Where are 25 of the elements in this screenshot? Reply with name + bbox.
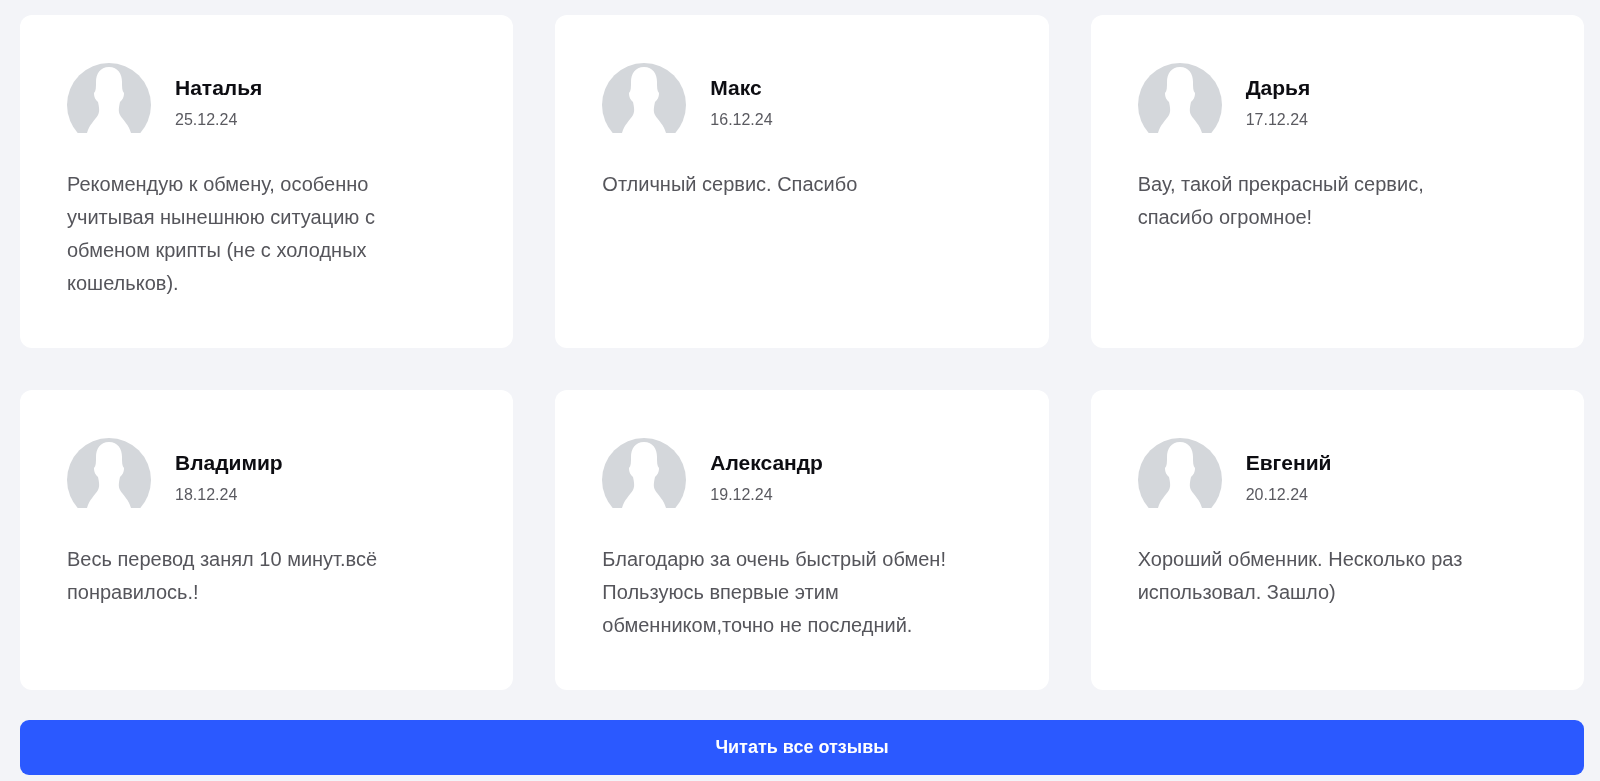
review-date: 18.12.24 [175,486,239,504]
review-date: 25.12.24 [175,111,239,129]
review-date: 17.12.24 [1245,111,1309,129]
review-text: Рекомендую к обмену, особенно учитывая нынешнюю ситуацию с обменом крипты (не с холодных кошельков). [67,172,376,296]
reviewer-name: Александр [710,451,823,475]
review-text: Хороший обменник. Несколько раз использовал. Зашло) [1137,547,1464,605]
person-silhouette-icon [67,63,151,133]
review-text: Вау, такой прекрасный сервис, спасибо огромное! [1137,172,1425,230]
reviewer-name: Владимир [175,451,283,475]
person-silhouette-icon [1137,63,1222,133]
person-silhouette-icon [602,63,687,133]
review-text: Отличный сервис. Спасибо [602,172,859,197]
reviewer-name: Наталья [175,76,263,100]
review-date: 19.12.24 [710,486,774,504]
review-date: 16.12.24 [710,111,773,129]
review-text: Весь перевод занял 10 минут.всё понравилось.! [67,547,379,605]
review-date: 20.12.24 [1245,486,1309,504]
reviewer-name: Дарья [1245,76,1311,100]
person-silhouette-icon [1137,438,1222,508]
person-silhouette-icon [602,438,687,508]
read-all-reviews-button[interactable]: Читать все отзывы [20,720,1584,775]
reviewer-name: Макс [710,76,763,100]
review-text: Благодарю за очень быстрый обмен! Пользуюсь впервые этим обменником,точно не последний. [602,547,947,638]
reviewer-name: Евгений [1245,451,1332,475]
person-silhouette-icon [67,438,151,508]
